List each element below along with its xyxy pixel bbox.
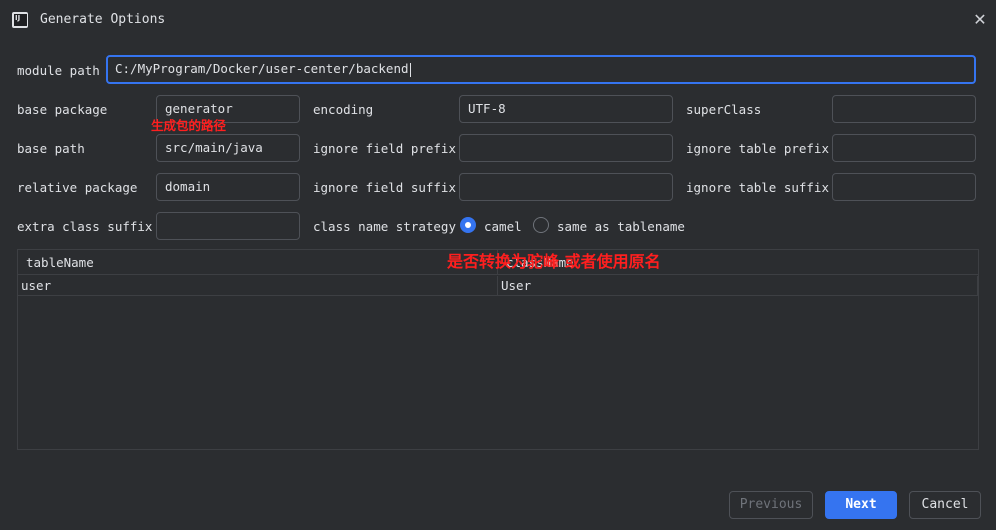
module-path-value: C:/MyProgram/Docker/user-center/backend <box>115 61 409 76</box>
table-mapping[interactable]: tableName className user User <box>17 249 979 450</box>
base-package-label: base package <box>17 102 108 117</box>
intellij-icon: IJ <box>12 12 28 28</box>
base-path-input[interactable]: src/main/java <box>156 134 300 162</box>
text-caret <box>409 62 411 77</box>
extra-class-suffix-label: extra class suffix <box>17 219 153 234</box>
ignore-table-prefix-label: ignore table prefix <box>686 141 829 156</box>
relative-package-label: relative package <box>17 180 138 195</box>
class-name-strategy-label: class name strategy <box>313 219 456 234</box>
radio-same-as-tablename-label[interactable]: same as tablename <box>557 219 685 234</box>
base-path-label: base path <box>17 141 85 156</box>
table-header-tablename[interactable]: tableName <box>18 250 498 275</box>
module-path-input[interactable]: C:/MyProgram/Docker/user-center/backend <box>106 55 976 84</box>
close-icon[interactable]: ✕ <box>970 10 990 30</box>
superclass-input[interactable] <box>832 95 976 123</box>
table-cell-classname[interactable]: User <box>498 276 978 296</box>
superclass-label: superClass <box>686 102 762 117</box>
window-title: Generate Options <box>40 12 166 27</box>
app-icon-text: IJ <box>14 14 27 26</box>
package-path-annotation: 生成包的路径 <box>151 118 227 133</box>
ignore-field-prefix-input[interactable] <box>459 134 673 162</box>
radio-camel[interactable] <box>460 217 476 233</box>
ignore-field-suffix-label: ignore field suffix <box>313 180 456 195</box>
strategy-annotation: 是否转换为驼峰 或者使用原名 <box>447 252 661 271</box>
encoding-label: encoding <box>313 102 374 117</box>
radio-same-as-tablename[interactable] <box>533 217 549 233</box>
module-path-label: module path <box>17 63 100 78</box>
cancel-button[interactable]: Cancel <box>909 491 981 519</box>
radio-camel-label[interactable]: camel <box>484 219 522 234</box>
table-cell-tablename[interactable]: user <box>18 276 498 296</box>
ignore-field-prefix-label: ignore field prefix <box>313 141 456 156</box>
relative-package-input[interactable]: domain <box>156 173 300 201</box>
ignore-table-suffix-label: ignore table suffix <box>686 180 829 195</box>
ignore-field-suffix-input[interactable] <box>459 173 673 201</box>
previous-button[interactable]: Previous <box>729 491 813 519</box>
ignore-table-suffix-input[interactable] <box>832 173 976 201</box>
extra-class-suffix-input[interactable] <box>156 212 300 240</box>
next-button[interactable]: Next <box>825 491 897 519</box>
encoding-input[interactable]: UTF-8 <box>459 95 673 123</box>
ignore-table-prefix-input[interactable] <box>832 134 976 162</box>
